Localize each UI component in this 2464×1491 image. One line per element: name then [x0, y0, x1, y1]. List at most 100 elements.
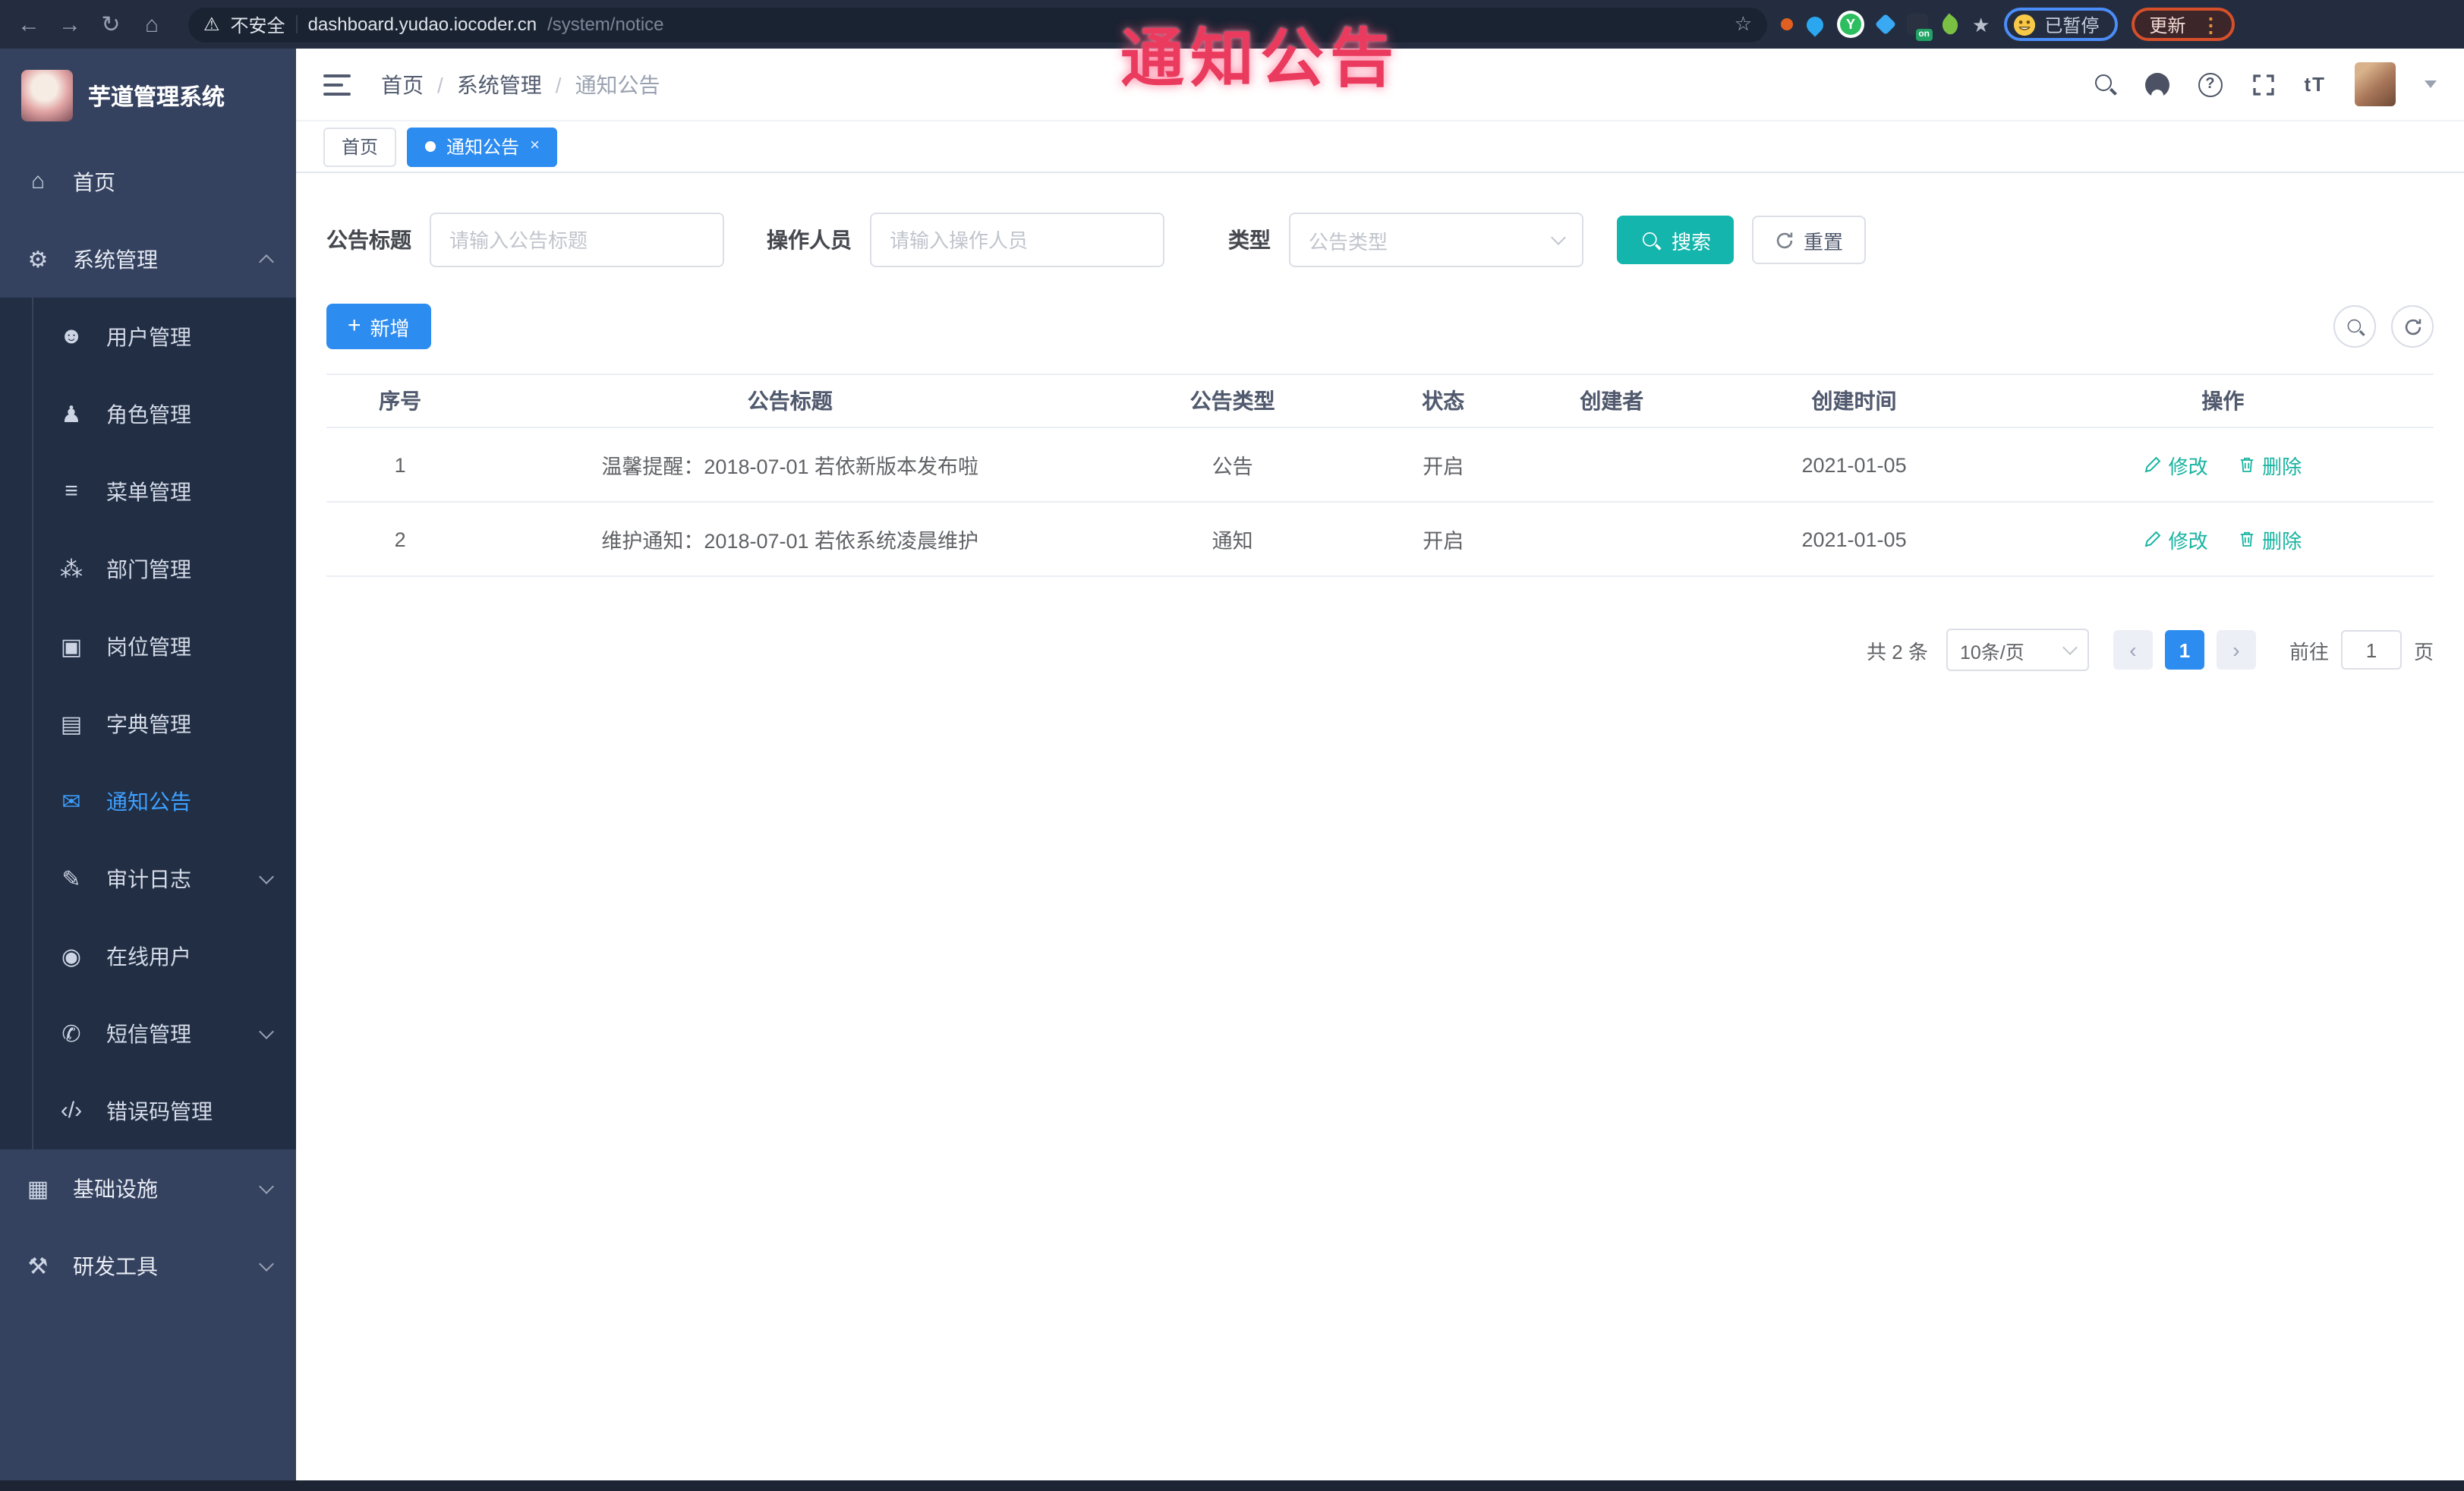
cell-actions: 修改 删除 — [2012, 427, 2434, 503]
breadcrumb-home[interactable]: 首页 — [381, 69, 424, 99]
font-size-icon[interactable]: tT — [2304, 73, 2326, 96]
search-button[interactable]: 搜索 — [1617, 216, 1735, 264]
code-icon: ‹/› — [60, 1098, 83, 1124]
toggle-search-button[interactable] — [2333, 305, 2376, 348]
emoji-smiley-icon — [2013, 13, 2035, 36]
chevron-down-icon — [1551, 230, 1566, 245]
notice-title-input[interactable] — [430, 213, 724, 267]
cell-actions: 修改 删除 — [2012, 502, 2434, 577]
system-management-submenu: ☻ 用户管理 ♟ 角色管理 ≡ 菜单管理 ⁂ 部门管理 ▣ 岗位管理 ▤ 字典管… — [0, 298, 296, 1149]
extension-ghost-icon[interactable]: ★ — [1972, 14, 1990, 34]
page-size-select[interactable]: 10条/页 — [1946, 629, 2089, 671]
sidebar-item-error-code-management[interactable]: ‹/› 错误码管理 — [0, 1072, 296, 1149]
next-page-button[interactable]: › — [2216, 630, 2256, 670]
url-divider — [295, 15, 298, 33]
breadcrumb-section[interactable]: 系统管理 — [457, 69, 542, 99]
operator-input[interactable] — [870, 213, 1164, 267]
search-icon — [2346, 317, 2364, 336]
sidebar-item-post-management[interactable]: ▣ 岗位管理 — [0, 607, 296, 685]
browser-update-button[interactable]: 更新 ⋮ — [2131, 8, 2235, 41]
cell-title: 维护通知：2018-07-01 若依系统凌晨维护 — [474, 502, 1107, 577]
app-logo — [21, 70, 73, 121]
sidebar-item-label: 菜单管理 — [106, 479, 191, 503]
browser-home-icon[interactable]: ⌂ — [138, 13, 165, 36]
page-size-value: 10条/页 — [1959, 641, 2024, 663]
sidebar-item-notice[interactable]: ✉ 通知公告 — [0, 762, 296, 840]
prev-page-button[interactable]: ‹ — [2113, 630, 2153, 670]
table-row: 2 维护通知：2018-07-01 若依系统凌晨维护 通知 开启 2021-01… — [326, 502, 2434, 577]
extension-leaf-icon[interactable] — [1938, 12, 1962, 36]
sidebar-item-menu-management[interactable]: ≡ 菜单管理 — [0, 452, 296, 530]
sidebar-item-home[interactable]: ⌂ 首页 — [0, 143, 296, 220]
plus-icon: + — [348, 313, 361, 339]
avatar-caret-icon[interactable] — [2425, 80, 2437, 88]
sidebar-item-sms-management[interactable]: ✆ 短信管理 — [0, 995, 296, 1072]
extension-pin-icon[interactable] — [1803, 12, 1827, 36]
app-title: 芋道管理系统 — [88, 84, 225, 110]
url-path: /system/notice — [547, 14, 664, 35]
sidebar-item-system-management[interactable]: ⚙ 系统管理 — [0, 220, 296, 298]
browser-reload-icon[interactable]: ↻ — [97, 13, 124, 36]
browser-menu-icon[interactable]: ⋮ — [2201, 14, 2220, 34]
goto-label: 前往 — [2289, 640, 2329, 663]
edit-link[interactable]: 修改 — [2144, 450, 2208, 479]
notice-type-select[interactable]: 公告类型 — [1289, 213, 1583, 267]
col-status: 状态 — [1359, 374, 1528, 428]
sidebar-item-dict-management[interactable]: ▤ 字典管理 — [0, 685, 296, 762]
sidebar-item-department-management[interactable]: ⁂ 部门管理 — [0, 530, 296, 607]
extension-on-icon[interactable]: on — [1907, 14, 1933, 41]
tab-home[interactable]: 首页 — [323, 127, 397, 166]
browser-forward-icon[interactable]: → — [56, 13, 83, 36]
bookmark-star-icon[interactable]: ☆ — [1735, 12, 1752, 36]
extension-y-icon[interactable]: Y — [1837, 11, 1864, 38]
reset-button[interactable]: 重置 — [1752, 216, 1867, 264]
total-count: 共 2 条 — [1867, 640, 1928, 663]
chevron-down-icon — [259, 1256, 274, 1271]
table-toolbar: + 新增 — [326, 304, 2434, 349]
tab-notice[interactable]: 通知公告 × — [407, 127, 558, 166]
cell-created-time: 2021-01-05 — [1696, 502, 2012, 577]
address-bar[interactable]: ⚠ 不安全 dashboard.yudao.iocoder.cn/system/… — [188, 7, 1767, 42]
delete-link[interactable]: 删除 — [2238, 525, 2302, 553]
breadcrumb-current: 通知公告 — [575, 72, 660, 96]
collapse-sidebar-icon[interactable] — [323, 74, 351, 95]
fullscreen-icon[interactable] — [2251, 72, 2275, 96]
edit-link[interactable]: 修改 — [2144, 525, 2208, 553]
delete-link[interactable]: 删除 — [2238, 450, 2302, 479]
trash-icon — [2240, 457, 2254, 472]
operator-label: 操作人员 — [767, 228, 852, 252]
filter-form: 公告标题 操作人员 类型 公告类型 搜索 — [326, 213, 2434, 267]
current-page-button[interactable]: 1 — [2164, 630, 2204, 670]
refresh-table-button[interactable] — [2391, 305, 2434, 348]
window-bottom-edge — [0, 1480, 2464, 1491]
sidebar-item-label: 基础设施 — [73, 1176, 158, 1200]
sidebar-item-user-management[interactable]: ☻ 用户管理 — [0, 298, 296, 375]
help-icon[interactable]: ? — [2198, 72, 2223, 96]
chevron-down-icon — [259, 868, 274, 884]
avatar[interactable] — [2355, 62, 2396, 106]
extension-diamond-icon[interactable] — [1874, 13, 1897, 36]
cell-index: 1 — [326, 427, 474, 503]
close-tab-icon[interactable]: × — [530, 137, 540, 155]
sidebar-item-online-users[interactable]: ◉ 在线用户 — [0, 917, 296, 995]
chevron-down-icon — [2062, 640, 2078, 655]
goto-page-input[interactable] — [2340, 630, 2402, 670]
search-icon[interactable] — [2093, 73, 2116, 96]
table-row: 1 温馨提醒：2018-07-01 若依新版本发布啦 公告 开启 2021-01… — [326, 427, 2434, 503]
app-logo-row[interactable]: 芋道管理系统 — [0, 49, 296, 143]
add-button[interactable]: + 新增 — [326, 304, 431, 349]
top-navbar: 首页 / 系统管理 / 通知公告 ? tT — [296, 49, 2464, 121]
screen: 通知公告 ← → ↻ ⌂ ⚠ 不安全 dashboard.yudao.iocod… — [0, 0, 2464, 1491]
sidebar-item-audit-log[interactable]: ✎ 审计日志 — [0, 840, 296, 917]
extension-orange-icon[interactable] — [1781, 18, 1793, 30]
pencil-icon — [2145, 531, 2161, 547]
sidebar-item-label: 审计日志 — [106, 866, 191, 891]
sidebar-item-infrastructure[interactable]: ▦ 基础设施 — [0, 1149, 296, 1227]
browser-back-icon[interactable]: ← — [15, 13, 43, 36]
extension-paused-badge[interactable]: 已暂停 — [2003, 8, 2118, 41]
sidebar-item-role-management[interactable]: ♟ 角色管理 — [0, 375, 296, 452]
sidebar-item-dev-tools[interactable]: ⚒ 研发工具 — [0, 1227, 296, 1304]
github-icon[interactable] — [2144, 72, 2169, 96]
table-header-row: 序号 公告标题 公告类型 状态 创建者 创建时间 操作 — [326, 374, 2434, 428]
home-icon: ⌂ — [30, 169, 46, 194]
